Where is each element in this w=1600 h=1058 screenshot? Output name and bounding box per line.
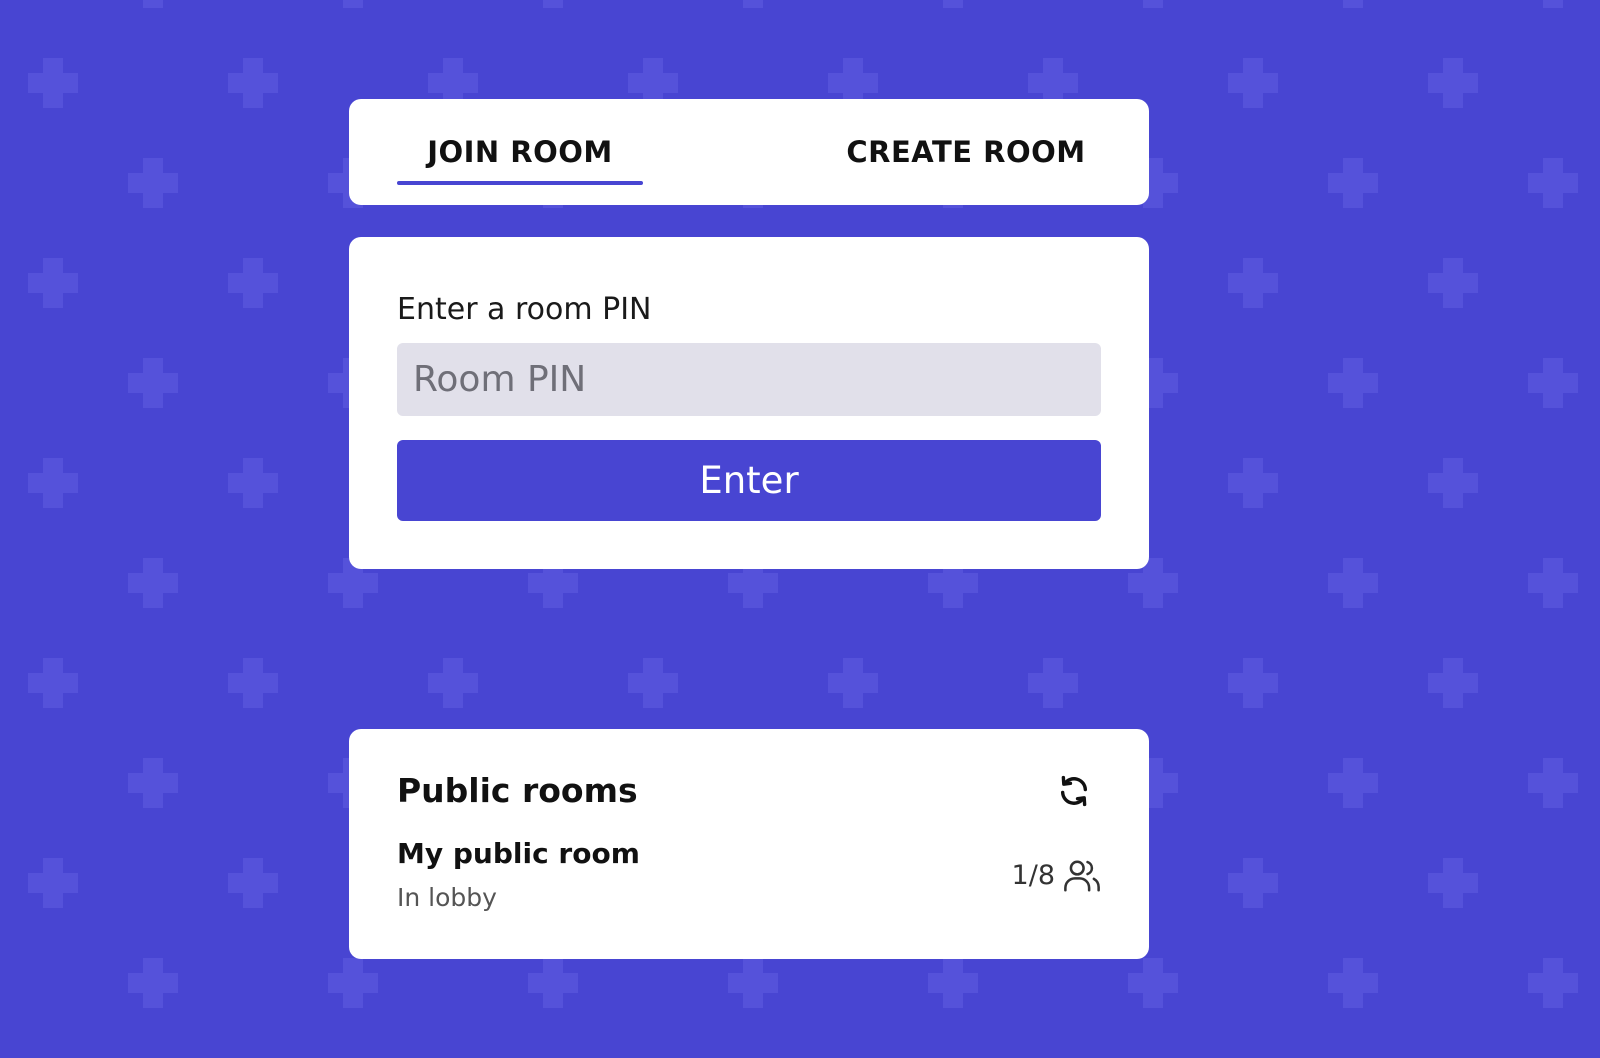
- room-pin-input[interactable]: [397, 343, 1101, 416]
- room-pin-label: Enter a room PIN: [397, 292, 652, 327]
- tab-join-room[interactable]: JOIN ROOM: [397, 99, 643, 205]
- public-rooms-title: Public rooms: [397, 771, 638, 810]
- room-name: My public room: [397, 837, 640, 870]
- public-rooms-panel: Public rooms My public room In lobby 1/8: [349, 729, 1149, 959]
- join-room-panel: Enter a room PIN Enter: [349, 237, 1149, 569]
- tab-create-room[interactable]: CREATE ROOM: [831, 99, 1101, 205]
- room-tabs: JOIN ROOM CREATE ROOM: [349, 99, 1149, 205]
- room-status: In lobby: [397, 883, 497, 912]
- public-room-item[interactable]: My public room In lobby 1/8: [397, 833, 1101, 917]
- active-tab-indicator: [397, 181, 643, 185]
- enter-button[interactable]: Enter: [397, 440, 1101, 521]
- refresh-button[interactable]: [1054, 771, 1094, 811]
- refresh-icon: [1060, 775, 1088, 807]
- users-icon: [1064, 860, 1100, 892]
- room-player-count: 1/8: [1011, 860, 1055, 891]
